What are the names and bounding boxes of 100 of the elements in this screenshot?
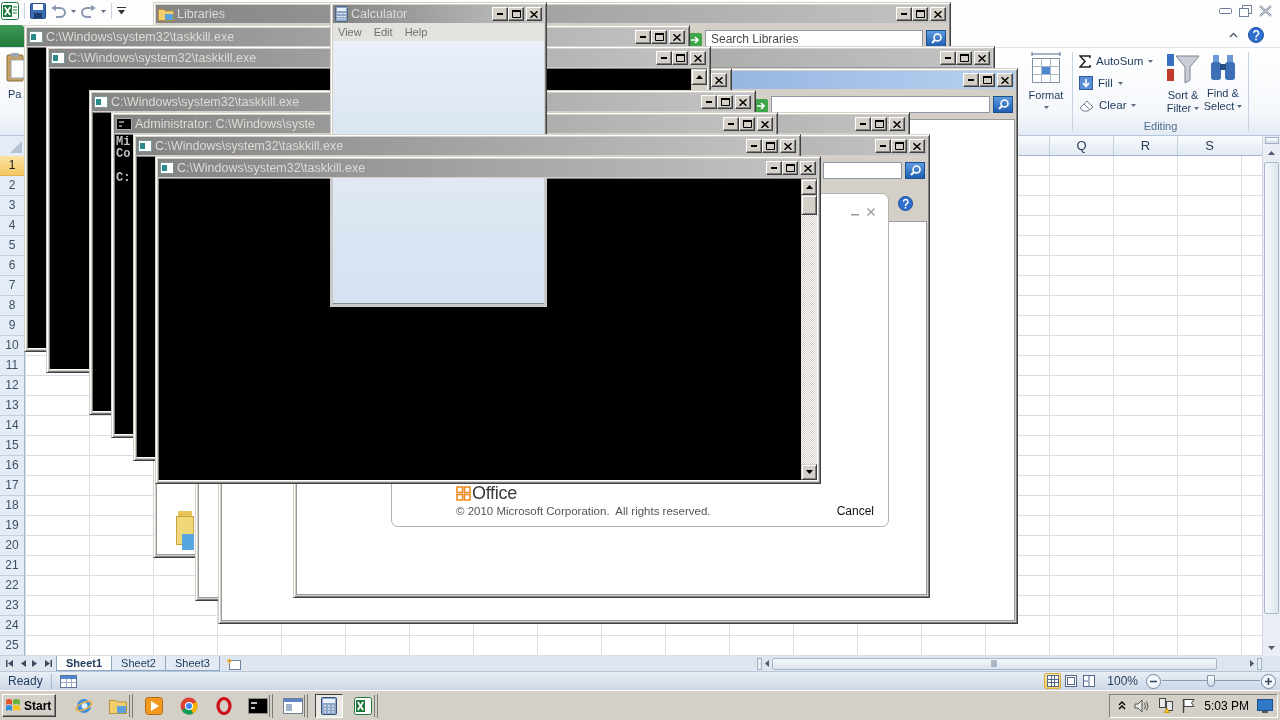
minimize-button[interactable] [492, 7, 508, 21]
scrollbar-thumb[interactable] [772, 657, 1217, 670]
first-sheet-icon[interactable] [5, 659, 14, 668]
maximize-button[interactable] [871, 117, 887, 131]
last-sheet-icon[interactable] [44, 659, 53, 668]
maximize-button[interactable] [912, 7, 928, 21]
row-header[interactable]: 4 [0, 216, 25, 236]
search-field[interactable] [771, 96, 990, 113]
down-triangle-icon[interactable] [805, 470, 813, 474]
autosum-button[interactable]: AutoSum [1079, 52, 1154, 70]
scroll-up-button[interactable] [691, 69, 707, 85]
scrollbar-thumb[interactable] [801, 195, 817, 215]
minimize-button[interactable] [963, 73, 979, 87]
row-header[interactable]: 22 [0, 576, 25, 596]
row-header[interactable]: 16 [0, 456, 25, 476]
right-triangle-icon[interactable] [1250, 660, 1254, 667]
minimize-button[interactable] [635, 30, 651, 44]
row-header[interactable]: 17 [0, 476, 25, 496]
maximize-button[interactable] [956, 51, 972, 65]
up-triangle-icon[interactable] [695, 75, 703, 79]
split-handle[interactable] [1257, 657, 1262, 670]
minimize-button[interactable] [766, 161, 782, 175]
row-header[interactable]: 12 [0, 376, 25, 396]
maximize-button[interactable] [762, 139, 778, 153]
network-icon[interactable] [1158, 698, 1175, 713]
maximize-button[interactable] [979, 73, 995, 87]
split-handle[interactable] [757, 657, 762, 670]
row-header[interactable]: 6 [0, 256, 25, 276]
search-field[interactable] [823, 162, 902, 179]
customize-icon[interactable] [117, 7, 126, 15]
insert-sheet-icon[interactable] [225, 657, 242, 670]
row-header[interactable]: 15 [0, 436, 25, 456]
menu-item[interactable]: Help [404, 26, 428, 38]
row-header[interactable]: 10 [0, 336, 25, 356]
row-header[interactable]: 18 [0, 496, 25, 516]
minimize-button[interactable] [896, 7, 912, 21]
maximize-button[interactable] [651, 30, 667, 44]
down-triangle-icon[interactable] [1268, 646, 1275, 650]
fill-button[interactable]: Fill [1079, 74, 1123, 92]
previous-sheet-icon[interactable] [18, 659, 27, 668]
show-desktop-icon[interactable] [1257, 698, 1273, 713]
taskbar-button[interactable] [245, 693, 274, 718]
next-sheet-icon[interactable] [31, 659, 40, 668]
close-icon[interactable] [1259, 5, 1272, 17]
minimize-button[interactable] [875, 139, 891, 153]
column-header[interactable]: S [1177, 136, 1241, 155]
maximize-button[interactable] [739, 117, 755, 131]
maximize-button[interactable] [782, 161, 798, 175]
minimize-button[interactable] [723, 117, 739, 131]
maximize-button[interactable] [717, 95, 733, 109]
row-header[interactable]: 9 [0, 316, 25, 336]
start-button[interactable]: Start [2, 694, 57, 717]
scroll-up-button[interactable] [801, 179, 817, 195]
row-header[interactable]: 24 [0, 616, 25, 636]
redo-icon[interactable] [81, 4, 96, 18]
clear-button[interactable]: Clear [1079, 96, 1137, 114]
flag-icon[interactable] [1182, 698, 1197, 713]
maximize-button[interactable] [672, 51, 688, 65]
speaker-icon[interactable] [1134, 698, 1151, 713]
sort-filter-button[interactable]: Sort & Filter [1163, 52, 1203, 119]
find-select-button[interactable]: Find & Select [1203, 52, 1243, 119]
sheet-tab[interactable]: Sheet2 [111, 656, 166, 671]
scrollbar-thumb[interactable] [1264, 162, 1279, 614]
row-header[interactable]: 11 [0, 356, 25, 376]
row-header[interactable]: 2 [0, 176, 25, 196]
row-header[interactable]: 8 [0, 296, 25, 316]
zoom-in-button[interactable] [1261, 673, 1276, 689]
row-header[interactable]: 1 [0, 156, 25, 176]
save-icon[interactable] [30, 3, 46, 19]
maximize-button[interactable] [508, 7, 524, 21]
minimize-button[interactable] [746, 139, 762, 153]
zoom-slider[interactable] [1162, 674, 1260, 688]
cancel-button[interactable]: Cancel [836, 504, 874, 518]
left-triangle-icon[interactable] [765, 660, 769, 667]
up-triangle-icon[interactable] [1268, 151, 1275, 155]
row-header[interactable]: 23 [0, 596, 25, 616]
row-header[interactable]: 14 [0, 416, 25, 436]
row-header[interactable]: 21 [0, 556, 25, 576]
column-header[interactable]: Q [1049, 136, 1113, 155]
taskbar-button[interactable] [315, 693, 344, 718]
search-button[interactable] [993, 96, 1013, 113]
menu-item[interactable]: View [338, 26, 362, 38]
up-triangle-icon[interactable] [805, 185, 813, 189]
normal-view-button[interactable] [1044, 673, 1062, 689]
row-header[interactable]: 3 [0, 196, 25, 216]
chevron-up-icon[interactable] [1118, 701, 1127, 710]
help-icon[interactable] [1248, 26, 1264, 43]
undo-icon[interactable] [51, 4, 66, 18]
row-header[interactable]: 20 [0, 536, 25, 556]
search-button[interactable] [905, 162, 925, 179]
row-header[interactable]: 13 [0, 396, 25, 416]
sheet-tab[interactable]: Sheet1 [56, 656, 113, 671]
help-icon[interactable] [898, 195, 913, 211]
restore-icon[interactable] [1239, 5, 1252, 17]
format-button[interactable]: Format [1024, 52, 1068, 133]
row-header[interactable]: 7 [0, 276, 25, 296]
minimize-button[interactable] [940, 51, 956, 65]
slider-thumb[interactable] [1207, 675, 1215, 687]
minimize-icon[interactable] [1219, 8, 1232, 14]
scroll-down-button[interactable] [801, 464, 817, 480]
